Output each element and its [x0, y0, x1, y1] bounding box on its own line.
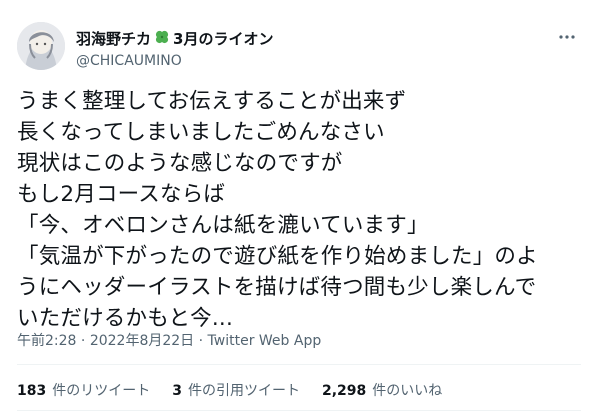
tweet: 羽海野チカ 3月のライオン @CHICAUMINO うまく整理してお伝えすること…: [0, 0, 598, 414]
clover-icon: [153, 28, 171, 50]
quotes-label: 件の引用ツイート: [187, 383, 300, 399]
likes-stat[interactable]: 2,298 件のいいね: [322, 380, 442, 400]
avatar-illustration: [17, 22, 65, 70]
separator: ·: [80, 333, 90, 349]
divider: [17, 364, 581, 365]
retweets-count: 183: [17, 383, 47, 399]
display-name[interactable]: 羽海野チカ 3月のライオン: [76, 28, 273, 50]
display-name-part1: 羽海野チカ: [76, 30, 152, 48]
author-info: 羽海野チカ 3月のライオン @CHICAUMINO: [76, 28, 273, 70]
likes-count: 2,298: [321, 383, 367, 399]
tweet-time[interactable]: 午前2:28: [17, 333, 76, 349]
user-handle[interactable]: @CHICAUMINO: [76, 52, 273, 70]
avatar[interactable]: [17, 22, 65, 70]
retweets-label: 件のリツイート: [52, 383, 151, 399]
tweet-source-app[interactable]: Twitter Web App: [208, 333, 322, 349]
quotes-stat[interactable]: 3 件の引用ツイート: [172, 380, 300, 400]
display-name-part2: 3月のライオン: [173, 30, 274, 48]
tweet-date[interactable]: 2022年8月22日: [90, 333, 194, 349]
quotes-count: 3: [172, 383, 182, 399]
retweets-stat[interactable]: 183 件のリツイート: [17, 380, 150, 400]
tweet-stats: 183 件のリツイート 3 件の引用ツイート 2,298 件のいいね: [17, 380, 442, 400]
separator: ·: [198, 333, 208, 349]
more-icon[interactable]: [556, 28, 578, 46]
tweet-metadata: 午前2:28 · 2022年8月22日 · Twitter Web App: [17, 330, 321, 350]
likes-label: 件のいいね: [372, 383, 443, 399]
tweet-text: うまく整理してお伝えすることが出来ず 長くなってしまいましたごめんなさい 現状は…: [17, 89, 538, 331]
divider: [17, 410, 581, 411]
